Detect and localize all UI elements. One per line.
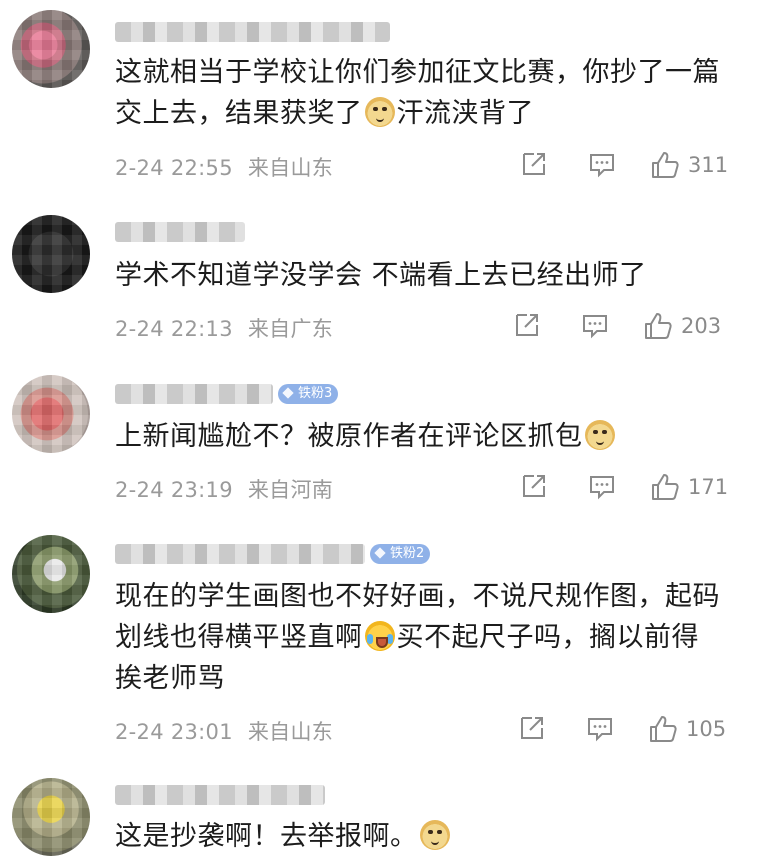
share-icon[interactable]: [520, 150, 548, 180]
comment-icon[interactable]: [588, 472, 616, 502]
username-blurred[interactable]: [115, 544, 365, 564]
comment-meta: 2-24 23:19 来自河南: [115, 474, 333, 504]
comment-icon[interactable]: [581, 311, 609, 341]
fan-badge-label: 铁粉2: [390, 546, 425, 561]
comment-text-part: 这是抄袭啊！去举报啊。: [115, 821, 418, 852]
crying-laughing-emoji-icon: [364, 621, 395, 651]
comment-time: 2-24 22:55: [115, 156, 233, 180]
fan-badge: 铁粉3: [278, 384, 339, 404]
share-icon[interactable]: [513, 311, 541, 341]
username-blurred[interactable]: [115, 384, 273, 404]
avatar[interactable]: [12, 215, 90, 293]
comment-location: 来自山东: [247, 720, 334, 744]
comment-text: 这是抄袭啊！去举报啊。: [115, 816, 725, 857]
comment-text-part: 上新闻尴尬不？被原作者在评论区抓包: [115, 421, 583, 452]
comment-time: 2-24 23:19: [115, 478, 233, 502]
username-blurred[interactable]: [115, 785, 325, 805]
comment-text-part: 汗流浃背了: [396, 98, 534, 129]
share-icon[interactable]: [518, 714, 546, 744]
thumbs-up-icon[interactable]: [650, 472, 680, 502]
comment-text: 上新闻尴尬不？被原作者在评论区抓包: [115, 416, 725, 457]
fan-badge: 铁粉2: [370, 544, 431, 564]
comment-text: 学术不知道学没学会 不端看上去已经出师了: [115, 255, 725, 296]
username-blurred[interactable]: [115, 22, 390, 42]
comment-location: 来自广东: [247, 317, 334, 341]
comment-text: 现在的学生画图也不好好画，不说尺规作图，起码划线也得横平竖直啊 买不起尺子吗，搁以…: [115, 576, 725, 699]
avatar[interactable]: [12, 10, 90, 88]
like-count: 311: [688, 153, 729, 177]
avatar[interactable]: [12, 535, 90, 613]
thumbs-up-icon[interactable]: [650, 150, 680, 180]
like-count: 203: [681, 314, 722, 338]
avatar[interactable]: [12, 375, 90, 453]
gem-icon: [374, 547, 386, 559]
thumbs-up-icon[interactable]: [648, 714, 678, 744]
avatar[interactable]: [12, 778, 90, 856]
comment-meta: 2-24 22:13 来自广东: [115, 313, 333, 343]
like-count: 171: [688, 475, 729, 499]
comment-actions: 203: [513, 311, 728, 341]
doge-emoji-icon: [364, 97, 395, 127]
username-blurred[interactable]: [115, 222, 245, 242]
comment-meta: 2-24 23:01 来自山东: [115, 716, 333, 746]
doge-emoji-icon: [584, 420, 615, 450]
comment-actions: 105: [518, 714, 733, 744]
fan-badge-label: 铁粉3: [298, 386, 333, 401]
comment-location: 来自河南: [247, 478, 334, 502]
thumbs-up-icon[interactable]: [643, 311, 673, 341]
comment-time: 2-24 23:01: [115, 720, 233, 744]
comment-text-part: 学术不知道学没学会 不端看上去已经出师了: [115, 260, 647, 291]
comment-meta: 2-24 22:55 来自山东: [115, 152, 333, 182]
gem-icon: [282, 387, 294, 399]
comment-icon[interactable]: [586, 714, 614, 744]
comment-actions: 171: [520, 472, 735, 502]
comment-actions: 311: [520, 150, 735, 180]
doge-emoji-icon: [419, 820, 450, 850]
comment-text: 这就相当于学校让你们参加征文比赛，你抄了一篇交上去，结果获奖了 汗流浃背了: [115, 52, 725, 134]
comment-icon[interactable]: [588, 150, 616, 180]
like-count: 105: [686, 717, 727, 741]
share-icon[interactable]: [520, 472, 548, 502]
comment-time: 2-24 22:13: [115, 317, 233, 341]
comment-location: 来自山东: [247, 156, 334, 180]
